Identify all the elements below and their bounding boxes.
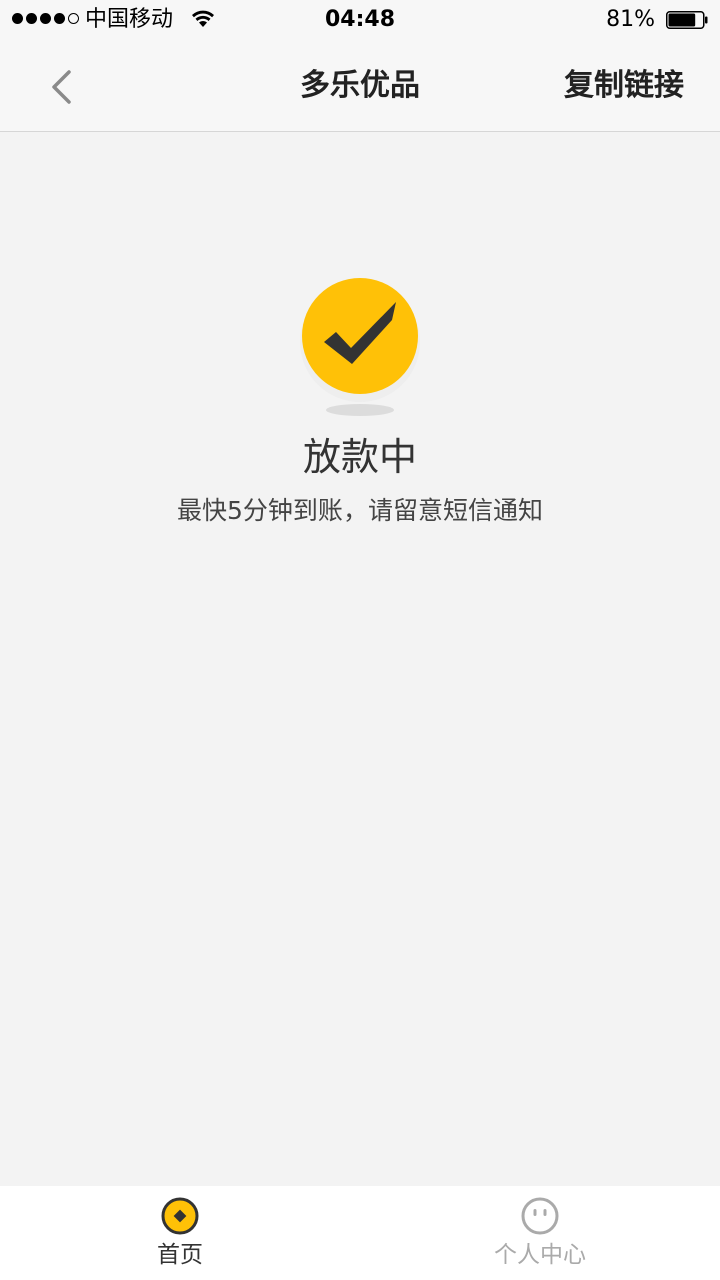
tab-profile-label: 个人中心 <box>494 1242 586 1268</box>
copy-link-button[interactable]: 复制链接 <box>564 64 684 108</box>
tab-profile[interactable]: 个人中心 <box>360 1186 720 1280</box>
battery-icon <box>666 11 708 29</box>
screen: 中国移动 04:48 81% 多乐优品 复制链接 放款中 最快5分钟到账，请留意… <box>0 0 720 1280</box>
tab-home-label: 首页 <box>157 1242 203 1268</box>
status-bar: 中国移动 04:48 81% <box>0 0 720 40</box>
status-subtitle: 最快5分钟到账，请留意短信通知 <box>177 496 543 525</box>
status-title: 放款中 <box>302 435 417 479</box>
navigation-bar: 多乐优品 复制链接 <box>0 40 720 132</box>
tab-home[interactable]: 首页 <box>0 1186 360 1280</box>
home-coin-icon <box>161 1197 199 1235</box>
battery-percentage: 81% <box>606 7 655 32</box>
checkmark-icon <box>300 278 420 416</box>
tab-bar: 首页 个人中心 <box>0 1186 720 1280</box>
profile-face-icon <box>521 1197 559 1235</box>
